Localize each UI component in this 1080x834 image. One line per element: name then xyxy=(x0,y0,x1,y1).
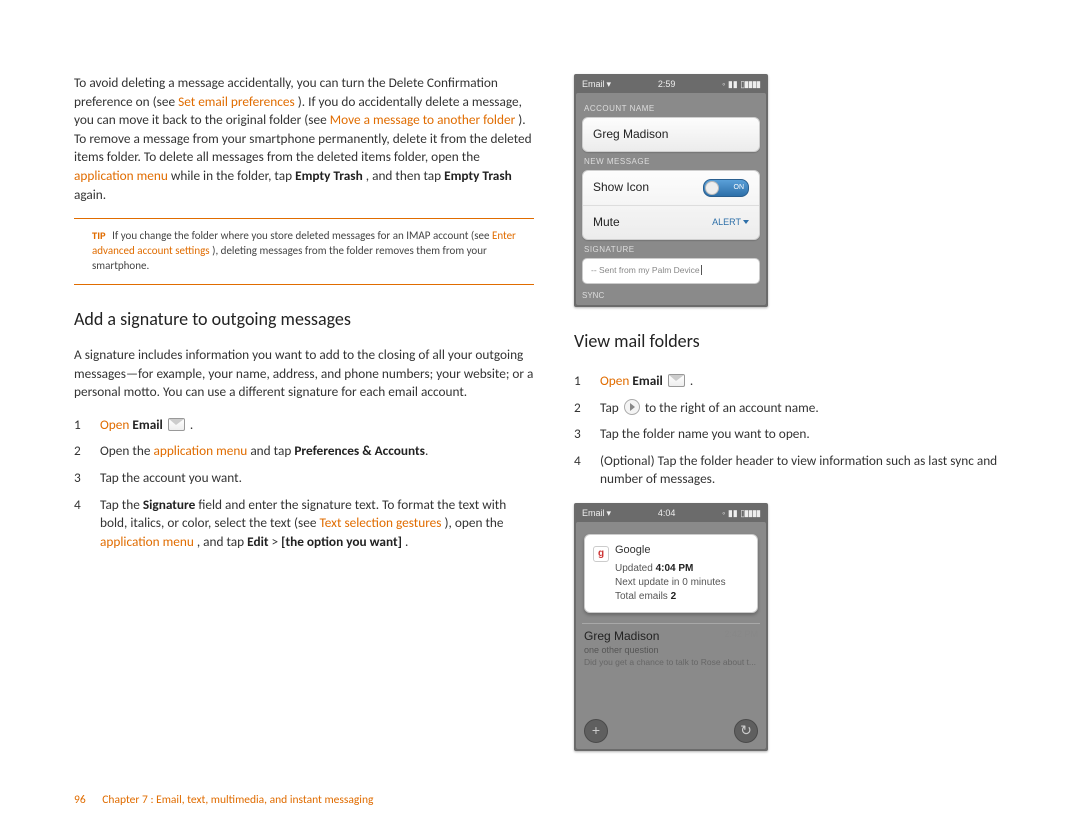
signature-steps: 1 Open Email . 2 Open the application me… xyxy=(74,412,534,556)
step-number: 1 xyxy=(574,368,600,395)
intro-text: while in the folder, tap xyxy=(171,167,295,184)
step-text: (Optional) Tap the folder header to view… xyxy=(600,448,1034,493)
ph-sync: SYNC xyxy=(582,290,760,301)
step-number: 3 xyxy=(74,465,100,492)
email-icon xyxy=(668,374,685,387)
ph-section-newmsg: NEW MESSAGE xyxy=(584,156,758,167)
step-number: 1 xyxy=(74,412,100,439)
step-number: 4 xyxy=(574,448,600,493)
ph-show-icon: Show Icon xyxy=(593,179,649,196)
step-number: 2 xyxy=(574,395,600,422)
edit-bold: Edit xyxy=(247,533,268,550)
mail-subject: one other question xyxy=(584,644,758,657)
prefs-bold: Preferences & Accounts xyxy=(294,442,425,459)
tip-box: TIP If you change the folder where you s… xyxy=(74,218,534,285)
popup-next: Next update in 0 minutes xyxy=(615,576,749,590)
link-application-menu[interactable]: application menu xyxy=(153,442,247,459)
ph-time: 2:59 xyxy=(611,78,722,91)
screenshot-folders: Email▾ 4:04 ◦ ▮▮ ▯▮▮▮▮ gGoogle Updated 4… xyxy=(574,503,768,751)
ph-mute: Mute xyxy=(593,214,620,231)
step-text: Open Email . xyxy=(100,412,534,439)
empty-trash-bold: Empty Trash xyxy=(295,167,363,184)
signature-intro: A signature includes information you wan… xyxy=(74,346,534,402)
ph-account-name: Greg Madison xyxy=(583,118,759,151)
step-text: Tap the Signature field and enter the si… xyxy=(100,492,534,556)
expand-icon xyxy=(624,399,640,415)
ph-section-account: ACCOUNT NAME xyxy=(584,103,758,114)
status-icons: ◦ ▮▮ ▯▮▮▮▮ xyxy=(722,78,760,91)
email-icon xyxy=(168,418,185,431)
toggle-on: ON xyxy=(703,179,749,197)
link-open[interactable]: Open xyxy=(100,416,129,433)
tip-text: If you change the folder where you store… xyxy=(112,229,492,242)
refresh-icon: ↻ xyxy=(734,719,758,743)
ph-alert: ALERT xyxy=(712,216,749,229)
intro-text: , and then tap xyxy=(366,167,444,184)
step-text: Open Email . xyxy=(600,368,1034,395)
view-folders-steps: 1 Open Email . 2 Tap to the right of an … xyxy=(574,368,1034,493)
step-text: Tap the account you want. xyxy=(100,465,534,492)
ph-section-signature: SIGNATURE xyxy=(584,244,758,255)
tip-label: TIP xyxy=(92,229,106,242)
page-number: 96 xyxy=(74,793,86,807)
empty-trash-bold: Empty Trash xyxy=(444,167,512,184)
step-text: Open the application menu and tap Prefer… xyxy=(100,438,534,465)
option-bold: [the option you want] xyxy=(281,533,402,550)
popup-title: Google xyxy=(615,544,650,556)
link-open[interactable]: Open xyxy=(600,372,629,389)
page-footer: 96 Chapter 7 : Email, text, multimedia, … xyxy=(74,792,373,808)
link-application-menu[interactable]: application menu xyxy=(74,167,168,184)
screenshot-prefs: Email▾ 2:59 ◦ ▮▮ ▯▮▮▮▮ ACCOUNT NAME Greg… xyxy=(574,74,768,307)
email-bold: Email xyxy=(132,416,162,433)
ph-app: Email xyxy=(582,78,605,91)
mail-sender: Greg Madison xyxy=(584,628,659,645)
link-application-menu[interactable]: application menu xyxy=(100,533,194,550)
heading-add-signature: Add a signature to outgoing messages xyxy=(74,307,534,332)
step-number: 2 xyxy=(74,438,100,465)
status-icons: ◦ ▮▮ ▯▮▮▮▮ xyxy=(722,507,760,520)
step-text: Tap to the right of an account name. xyxy=(600,395,1034,422)
signature-bold: Signature xyxy=(143,496,195,513)
folder-popup: gGoogle Updated 4:04 PM Next update in 0… xyxy=(584,534,758,613)
mail-preview: Did you get a chance to talk to Rose abo… xyxy=(584,657,758,669)
intro-text: again. xyxy=(74,186,106,203)
google-icon: g xyxy=(593,546,609,562)
step-text: Tap the folder name you want to open. xyxy=(600,421,1034,448)
ph-app: Email xyxy=(582,507,605,520)
mail-row: Greg Madison 2:42 PM one other question D… xyxy=(582,623,760,673)
link-text-selection[interactable]: Text selection gestures xyxy=(319,514,441,531)
chapter-label: Chapter 7 : Email, text, multimedia, and… xyxy=(102,793,373,807)
link-move-message[interactable]: Move a message to another folder xyxy=(330,111,515,128)
ph-time: 4:04 xyxy=(611,507,722,520)
mail-time: 2:42 PM xyxy=(724,628,758,645)
compose-icon: + xyxy=(584,719,608,743)
heading-view-folders: View mail folders xyxy=(574,329,1034,354)
step-tail: . xyxy=(187,416,193,433)
email-bold: Email xyxy=(632,372,662,389)
ph-signature-field: -- Sent from my Palm Device xyxy=(582,258,760,284)
step-number: 3 xyxy=(574,421,600,448)
intro-paragraph: To avoid deleting a message accidentally… xyxy=(74,74,534,204)
step-number: 4 xyxy=(74,492,100,556)
link-set-email-prefs[interactable]: Set email preferences xyxy=(178,93,295,110)
